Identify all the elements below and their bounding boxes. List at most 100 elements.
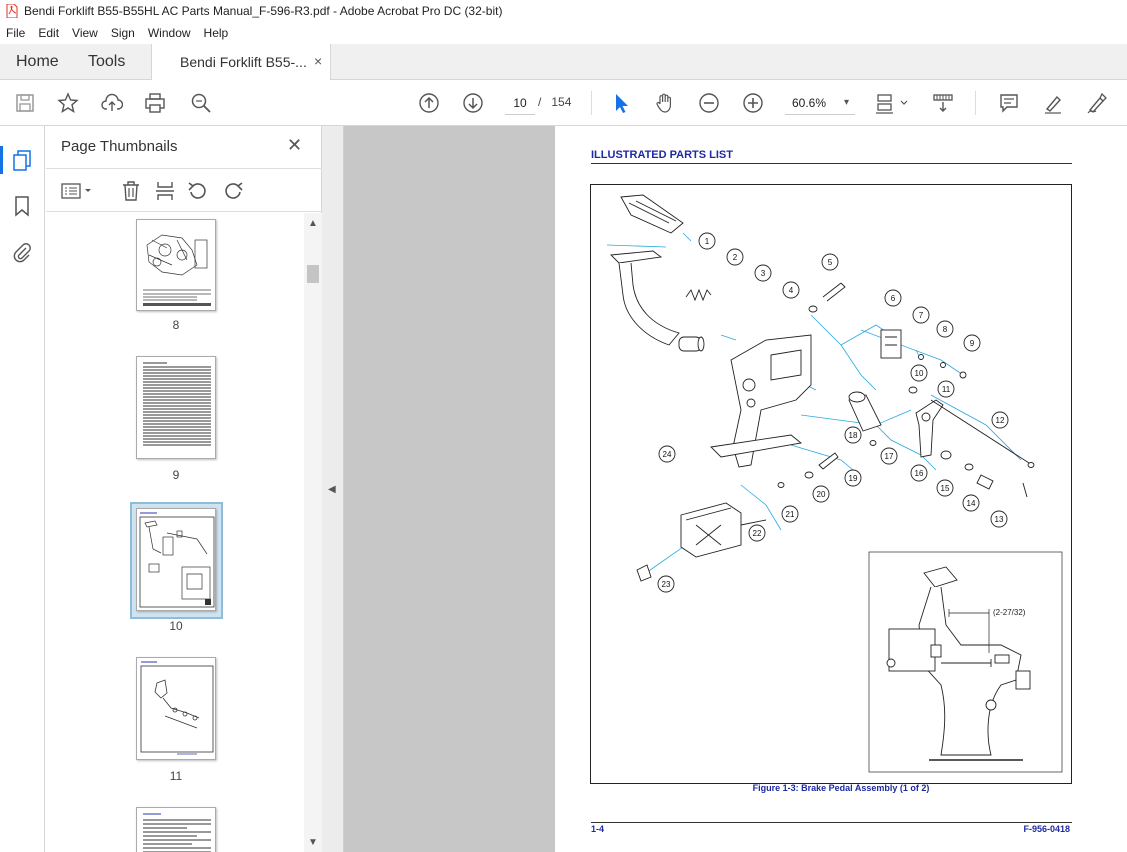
- thumbnail-page-12[interactable]: [136, 807, 216, 852]
- inset-detail: (2-27/32): [868, 551, 1063, 773]
- options-menu-icon[interactable]: [60, 179, 96, 203]
- highlight-pen-icon[interactable]: [1040, 90, 1066, 116]
- page-fit-icon[interactable]: [874, 90, 912, 116]
- pdf-app-icon: [6, 3, 18, 19]
- sign-icon[interactable]: [1084, 90, 1110, 116]
- callout-2: 2: [733, 253, 738, 262]
- callout-16: 16: [915, 469, 924, 478]
- thumbnail-page-9[interactable]: [136, 356, 216, 459]
- toolbar-divider: [975, 91, 976, 115]
- menu-sign[interactable]: Sign: [111, 26, 135, 40]
- page-header: ILLUSTRATED PARTS LIST: [591, 149, 733, 161]
- main-toolbar: 10 / 154 60.6% ▾: [0, 80, 1127, 126]
- callout-23: 23: [662, 580, 671, 589]
- callout-12: 12: [996, 416, 1005, 425]
- total-pages: 154: [551, 95, 572, 109]
- menu-help[interactable]: Help: [204, 26, 229, 40]
- callout-17: 17: [885, 452, 894, 461]
- callout-24: 24: [663, 450, 672, 459]
- panel-collapse-handle[interactable]: ◀: [322, 126, 344, 852]
- menu-window[interactable]: Window: [148, 26, 191, 40]
- print-icon[interactable]: [142, 90, 168, 116]
- zoom-in-icon[interactable]: [740, 90, 766, 116]
- close-icon[interactable]: ✕: [287, 135, 302, 156]
- chevron-down-icon: ▾: [843, 97, 849, 108]
- callout-10: 10: [915, 369, 924, 378]
- callout-1: 1: [705, 237, 710, 246]
- callout-22: 22: [753, 529, 762, 538]
- callout-6: 6: [891, 294, 896, 303]
- callout-18: 18: [849, 431, 858, 440]
- bookmark-star-icon[interactable]: [55, 90, 81, 116]
- callout-5: 5: [828, 258, 833, 267]
- window-title: Bendi Forklift B55-B55HL AC Parts Manual…: [24, 4, 503, 18]
- callout-8: 8: [943, 325, 948, 334]
- zoom-level-dropdown[interactable]: 60.6% ▾: [785, 91, 855, 115]
- search-icon[interactable]: [188, 90, 214, 116]
- thumbnail-label: 8: [172, 318, 180, 332]
- chevron-left-icon[interactable]: ◀: [328, 484, 336, 495]
- pdf-page: ILLUSTRATED PARTS LIST 1 2 3 4 5 6 7 8 9…: [555, 126, 1127, 852]
- scroll-down-icon[interactable]: ▼: [308, 837, 318, 848]
- previous-page-icon[interactable]: [416, 90, 442, 116]
- page-number-input[interactable]: 10: [505, 91, 535, 115]
- next-page-icon[interactable]: [460, 90, 486, 116]
- page-separator: /: [538, 95, 542, 109]
- thumbnail-page-8[interactable]: [136, 219, 216, 311]
- footer-page-number: 1-4: [591, 824, 605, 834]
- active-indicator: [0, 146, 3, 174]
- brake-pedal-diagram: 1 2 3 4 5 6 7 8 9 10 11 12 13 14 15 16 1: [606, 194, 1063, 773]
- tab-document[interactable]: Bendi Forklift B55-... ×: [151, 44, 331, 81]
- callout-4: 4: [789, 286, 794, 295]
- attachments-icon[interactable]: [10, 240, 34, 264]
- callout-13: 13: [995, 515, 1004, 524]
- title-bar: Bendi Forklift B55-B55HL AC Parts Manual…: [0, 0, 1127, 22]
- footer-rule: [591, 822, 1072, 823]
- select-cursor-icon[interactable]: [608, 90, 634, 116]
- thumbnail-list: 8 9 10 11: [46, 213, 304, 852]
- callout-7: 7: [919, 311, 924, 320]
- page-count: / 154: [538, 95, 571, 109]
- callout-9: 9: [970, 339, 975, 348]
- callout-15: 15: [941, 484, 950, 493]
- header-rule: [591, 163, 1072, 164]
- tab-close-icon[interactable]: ×: [314, 53, 322, 69]
- thumbnail-panel: Page Thumbnails ✕ 8 9 10 11 ▲ ▼: [46, 126, 322, 852]
- tab-tools[interactable]: Tools: [88, 53, 125, 71]
- extract-page-icon[interactable]: [153, 179, 177, 203]
- rotate-right-icon[interactable]: [221, 179, 245, 203]
- callout-20: 20: [817, 490, 826, 499]
- menu-file[interactable]: File: [6, 26, 25, 40]
- toolbar-divider: [591, 91, 592, 115]
- upload-cloud-icon[interactable]: [99, 90, 125, 116]
- callout-14: 14: [967, 499, 976, 508]
- page-thumbnails-icon[interactable]: [10, 148, 34, 172]
- panel-title: Page Thumbnails: [61, 138, 178, 155]
- save-icon[interactable]: [12, 90, 38, 116]
- delete-page-icon[interactable]: [119, 179, 143, 203]
- zoom-out-icon[interactable]: [696, 90, 722, 116]
- rotate-left-icon[interactable]: [186, 179, 210, 203]
- scroll-up-icon[interactable]: ▲: [308, 218, 318, 229]
- scroll-mode-icon[interactable]: [930, 90, 956, 116]
- callout-21: 21: [786, 510, 795, 519]
- figure-caption: Figure 1-3: Brake Pedal Assembly (1 of 2…: [752, 783, 930, 793]
- tab-home[interactable]: Home: [16, 53, 59, 71]
- callout-11: 11: [942, 385, 951, 394]
- thumbnail-page-10[interactable]: [136, 508, 216, 611]
- thumbnail-scrollbar[interactable]: ▲ ▼: [304, 213, 322, 852]
- thumbnail-label: 9: [172, 468, 180, 482]
- callout-19: 19: [849, 474, 858, 483]
- thumbnail-page-11[interactable]: [136, 657, 216, 760]
- comment-icon[interactable]: [996, 90, 1022, 116]
- footer-doc-number: F-956-0418: [1023, 824, 1070, 834]
- hand-tool-icon[interactable]: [652, 90, 678, 116]
- menu-view[interactable]: View: [72, 26, 98, 40]
- menu-edit[interactable]: Edit: [38, 26, 59, 40]
- scrollbar-thumb[interactable]: [307, 265, 319, 283]
- callout-3: 3: [761, 269, 766, 278]
- thumbnail-label: 10: [169, 619, 183, 633]
- tab-document-label: Bendi Forklift B55-...: [180, 54, 307, 70]
- bookmarks-icon[interactable]: [10, 194, 34, 218]
- menu-bar: File Edit View Sign Window Help: [0, 22, 1127, 44]
